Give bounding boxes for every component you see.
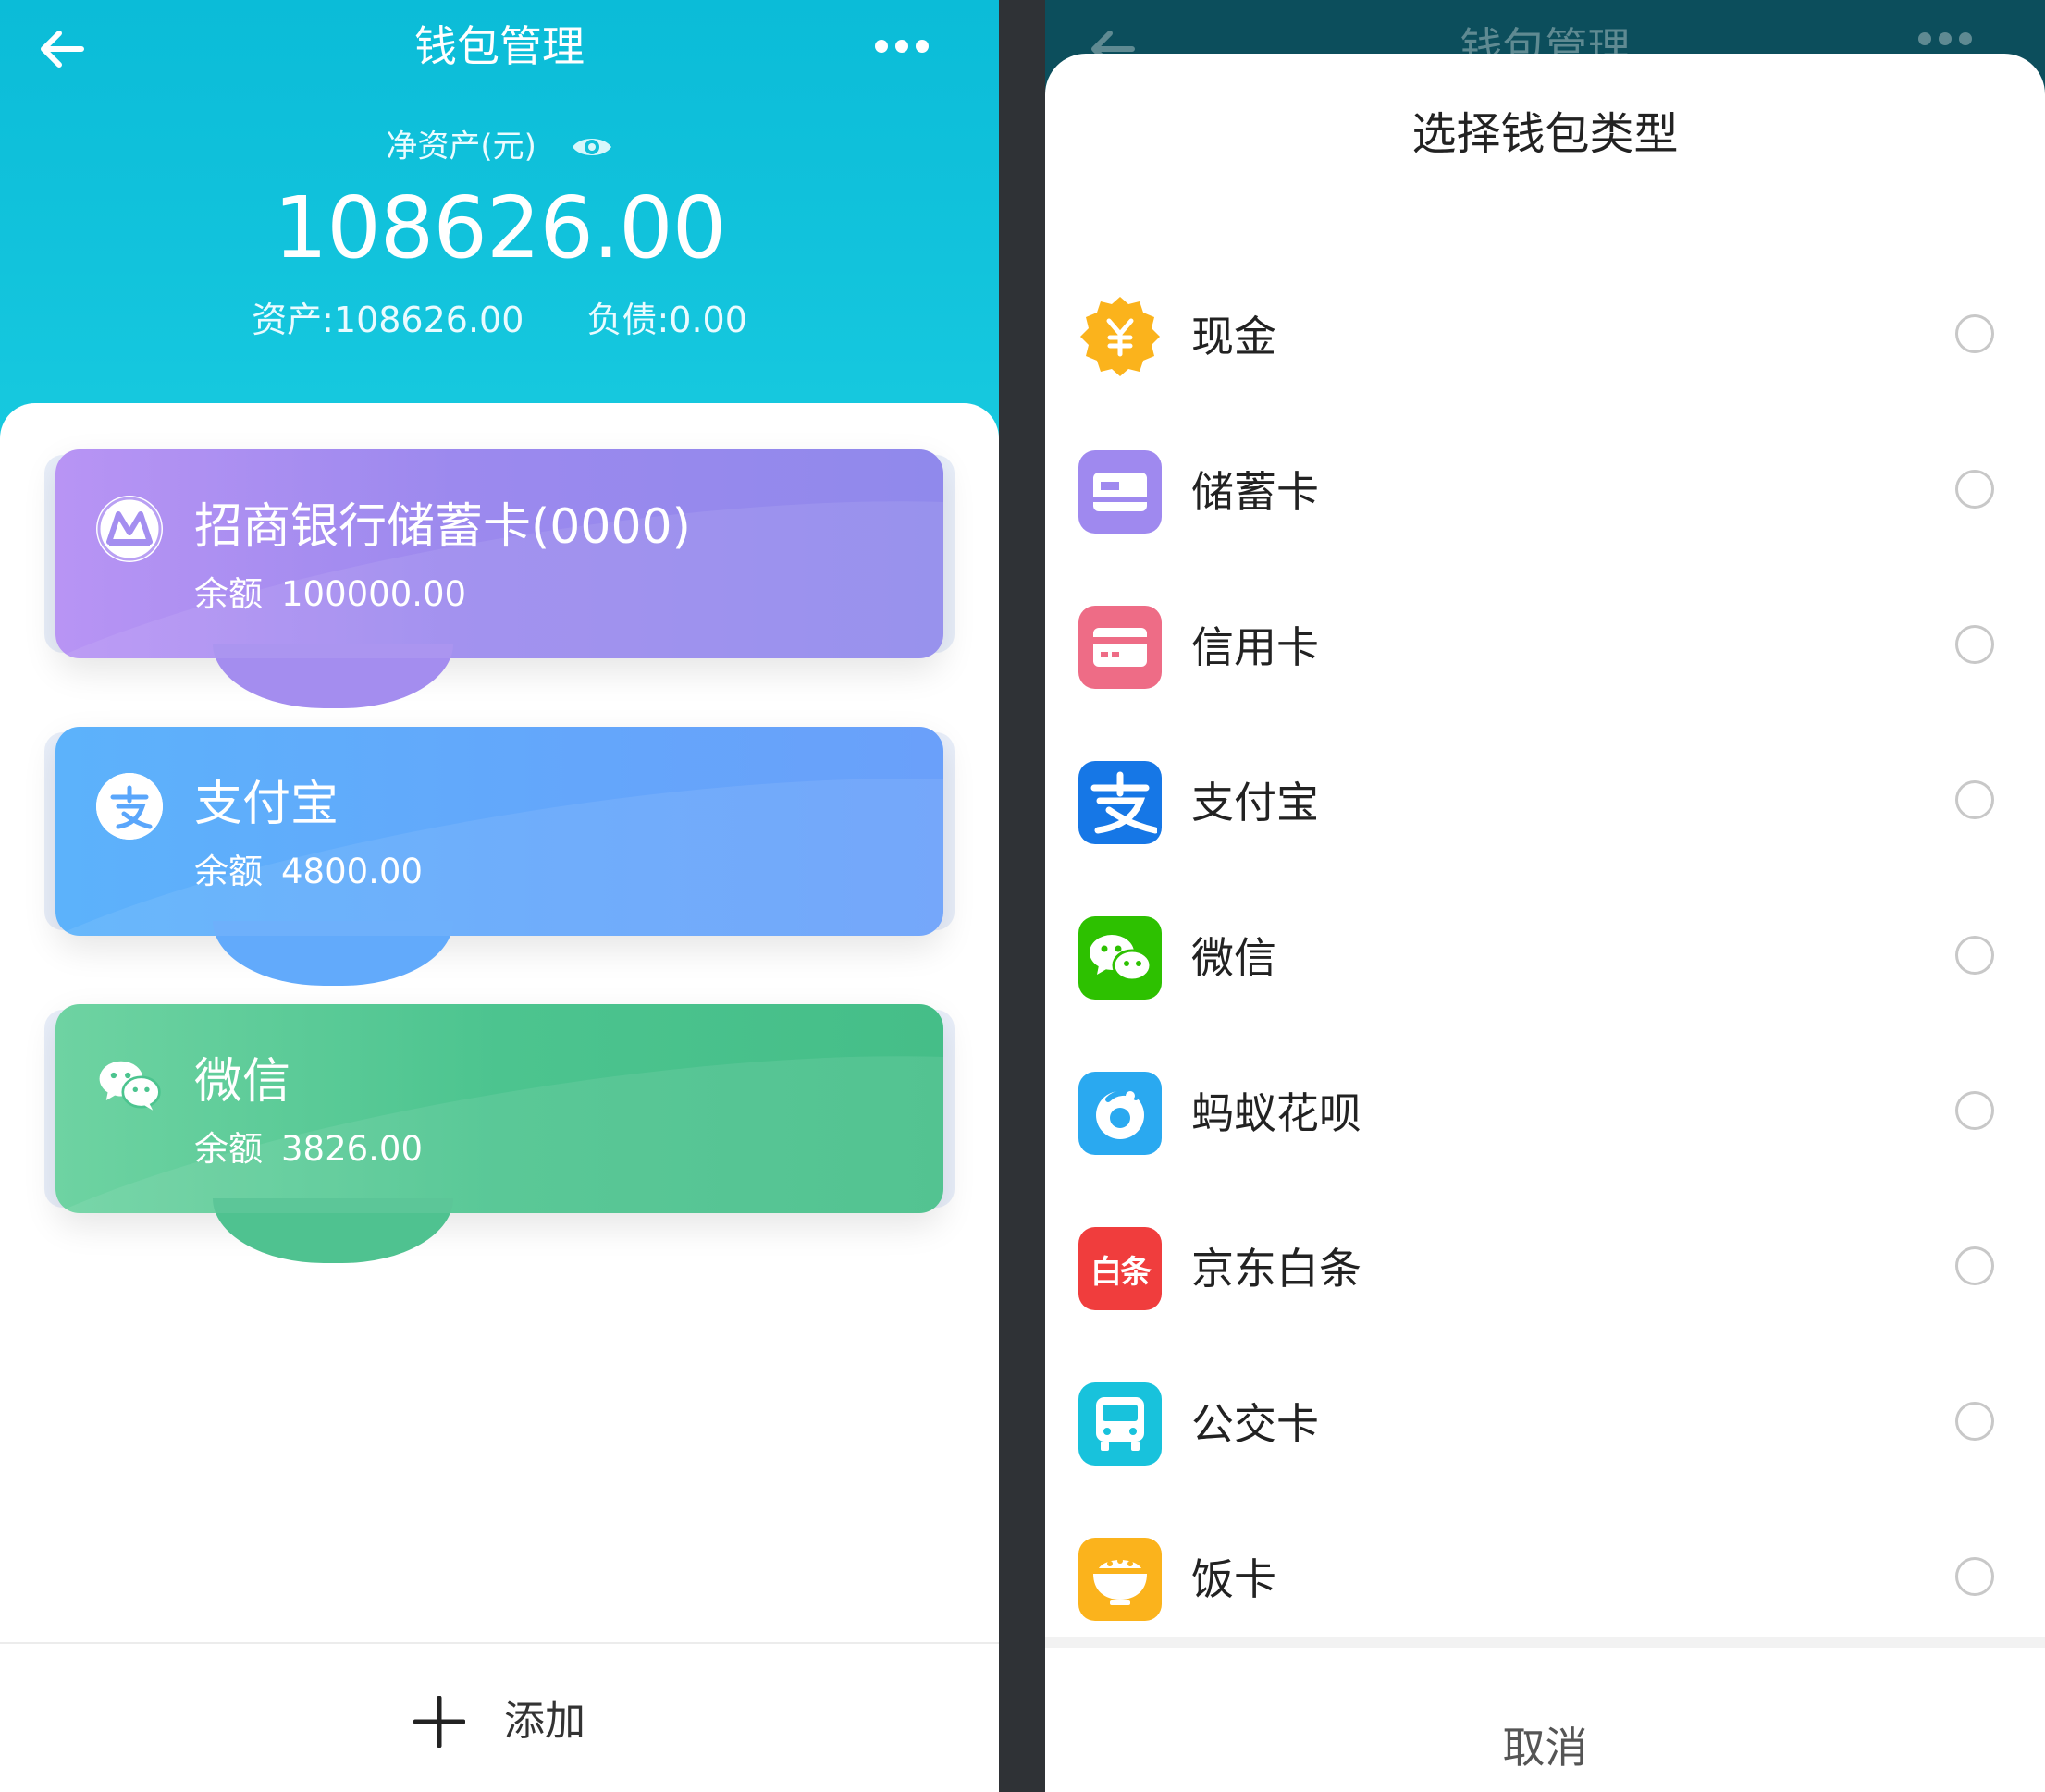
- huabei-icon: [1078, 1072, 1162, 1155]
- bus-card-icon: [1078, 1382, 1162, 1466]
- option-radio[interactable]: [1955, 625, 1994, 664]
- option-label: 饭卡: [1191, 1554, 1276, 1604]
- assets-liabilities-row: 资产:108626.00 负债:0.00: [0, 294, 999, 346]
- jd-baitiao-icon: 白条: [1078, 1227, 1162, 1310]
- net-assets-amount: 108626.00: [273, 178, 727, 277]
- option-radio[interactable]: [1955, 1557, 1994, 1596]
- option-label: 储蓄卡: [1191, 467, 1319, 517]
- option-label: 微信: [1191, 933, 1276, 983]
- more-icon: [1915, 31, 1976, 49]
- wallet-card-alipay[interactable]: 支付宝 余额 4800.00: [55, 727, 943, 986]
- balance-value: 4800.00: [281, 852, 424, 891]
- wallet-balance-row: 余额 4800.00: [194, 847, 423, 897]
- option-jd-baitiao[interactable]: 白条 京东白条: [1045, 1191, 2045, 1346]
- option-radio[interactable]: [1955, 314, 1994, 353]
- option-credit-card[interactable]: 信用卡: [1045, 570, 2045, 725]
- divider: [1045, 1637, 2045, 1648]
- option-huabei[interactable]: 蚂蚁花呗: [1045, 1036, 2045, 1191]
- balance-label: 余额: [194, 1129, 263, 1169]
- option-label: 支付宝: [1191, 778, 1319, 828]
- option-label: 现金: [1191, 312, 1276, 362]
- option-cash[interactable]: 现金: [1045, 259, 2045, 414]
- net-assets-label: 净资产(元): [386, 128, 536, 166]
- net-assets-label-row: 净资产(元): [0, 122, 999, 168]
- wallet-balance-row: 余额 3826.00: [194, 1124, 423, 1174]
- wallet-type-sheet: 选择钱包类型 现金 储蓄卡 信用卡 支付宝 微信 蚂蚁花呗 白条 京东白条 公交…: [1045, 54, 2045, 1792]
- option-label: 公交卡: [1191, 1399, 1319, 1449]
- assets-value: 资产:108626.00: [252, 300, 524, 340]
- wallet-name: 招商银行储蓄卡(0000): [194, 499, 691, 555]
- wallet-type-picker-screen: 钱包管理 选择钱包类型 现金 储蓄卡 信用卡 支付宝 微信 蚂蚁花呗 白条 京东…: [1045, 0, 2045, 1792]
- cancel-button[interactable]: 取消: [1045, 1718, 2045, 1777]
- option-radio[interactable]: [1955, 780, 1994, 819]
- liabilities-value: 负债:0.00: [586, 300, 747, 340]
- wallet-name: 支付宝: [194, 777, 339, 832]
- meal-card-icon: [1078, 1538, 1162, 1621]
- cash-icon: [1078, 295, 1162, 378]
- option-bus-card[interactable]: 公交卡: [1045, 1346, 2045, 1502]
- credit-card-icon: [1078, 606, 1162, 689]
- more-icon[interactable]: [871, 28, 932, 65]
- balance-label: 余额: [194, 852, 263, 891]
- add-label: 添加: [504, 1698, 585, 1745]
- alipay-icon: [1078, 761, 1162, 844]
- option-label: 信用卡: [1191, 622, 1319, 672]
- jd-baitiao-icon-text: 白条: [1090, 1253, 1152, 1291]
- debit-card-icon: [1078, 450, 1162, 534]
- bottom-bar: 添加: [0, 1642, 999, 1792]
- alipay-icon: [96, 773, 163, 840]
- option-label: 京东白条: [1191, 1244, 1361, 1294]
- eye-icon[interactable]: [571, 133, 613, 161]
- wallet-management-screen: 钱包管理 净资产(元) 108626.00 资产:108626.00 负债:0.…: [0, 0, 999, 1792]
- wallet-name: 微信: [194, 1054, 291, 1110]
- wallet-card-cmb[interactable]: 招商银行储蓄卡(0000) 余额 100000.00: [55, 449, 943, 708]
- wallet-card-wechat[interactable]: 微信 余额 3826.00: [55, 1004, 943, 1263]
- wechat-icon: [96, 1050, 163, 1117]
- option-label: 蚂蚁花呗: [1191, 1088, 1361, 1138]
- wechat-icon: [1078, 916, 1162, 1000]
- option-radio[interactable]: [1955, 470, 1994, 509]
- option-alipay[interactable]: 支付宝: [1045, 725, 2045, 880]
- balance-value: 3826.00: [281, 1129, 424, 1169]
- sheet-title: 选择钱包类型: [1411, 108, 1679, 160]
- cmb-bank-icon: [96, 496, 163, 562]
- option-wechat[interactable]: 微信: [1045, 880, 2045, 1036]
- option-radio[interactable]: [1955, 1246, 1994, 1285]
- option-meal-card[interactable]: 饭卡: [1045, 1502, 2045, 1657]
- wallet-balance-row: 余额 100000.00: [194, 570, 466, 620]
- page-title: 钱包管理: [414, 21, 585, 71]
- option-debit-card[interactable]: 储蓄卡: [1045, 414, 2045, 570]
- balance-value: 100000.00: [281, 574, 467, 614]
- plus-icon: [413, 1695, 466, 1749]
- option-radio[interactable]: [1955, 1091, 1994, 1130]
- option-radio[interactable]: [1955, 1402, 1994, 1441]
- add-wallet-button[interactable]: 添加: [0, 1692, 999, 1749]
- balance-label: 余额: [194, 574, 263, 614]
- option-radio[interactable]: [1955, 936, 1994, 975]
